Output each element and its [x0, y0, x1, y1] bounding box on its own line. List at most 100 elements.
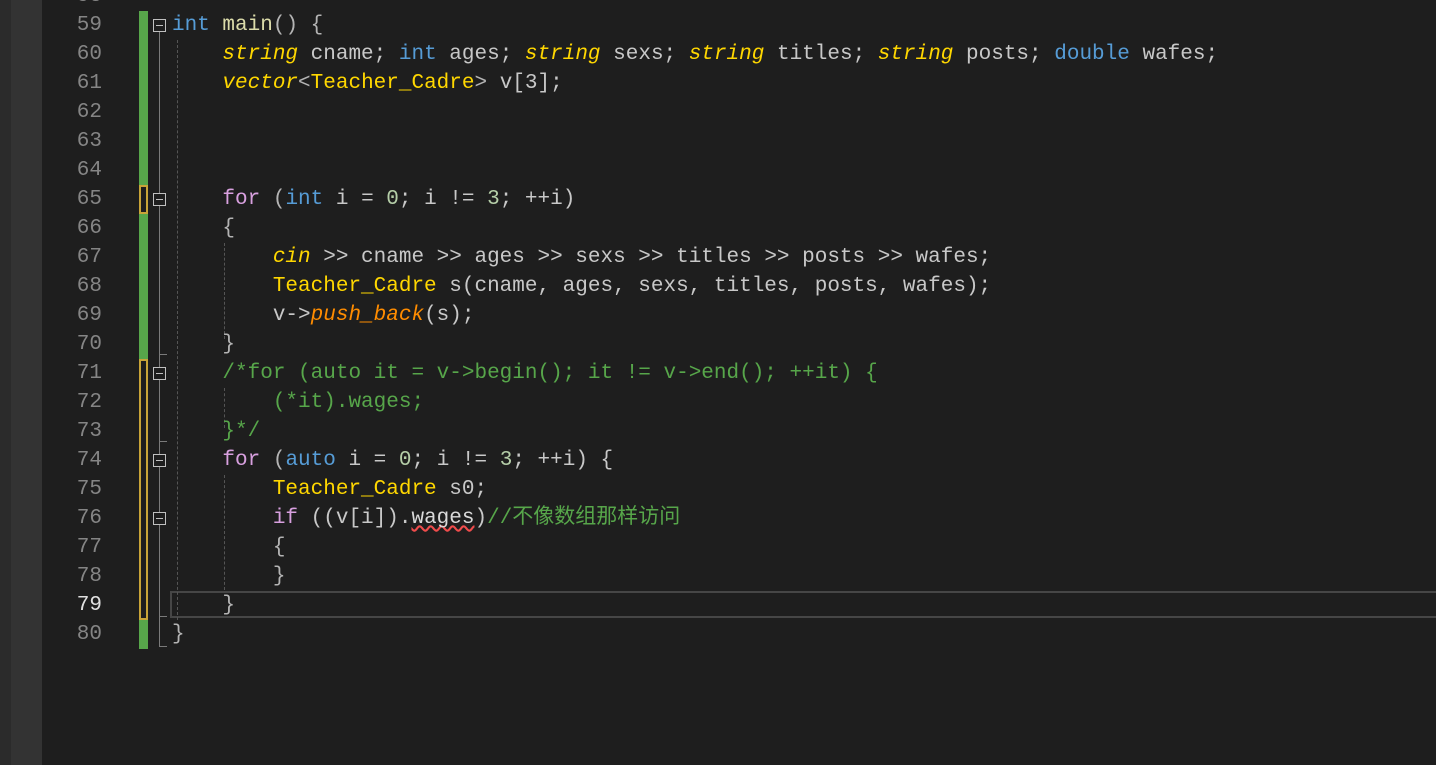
code-text[interactable]: (*it).wages;	[172, 388, 424, 417]
change-bar-saved	[139, 272, 148, 301]
code-text[interactable]: Teacher_Cadre s0;	[172, 475, 487, 504]
change-bar-unsaved	[139, 533, 148, 562]
code-token: (	[260, 449, 286, 472]
change-bar-unsaved	[139, 475, 148, 504]
code-line[interactable]: 61 vector<Teacher_Cadre> v[3];	[0, 69, 1436, 98]
code-line[interactable]: 64	[0, 156, 1436, 185]
line-number: 69	[76, 304, 102, 327]
code-line[interactable]: 58	[0, 0, 1436, 11]
code-token: }	[172, 333, 236, 356]
code-line[interactable]: 71 /*for (auto it = v->begin(); it != v-…	[0, 359, 1436, 388]
code-text[interactable]: vector<Teacher_Cadre> v[3];	[172, 69, 563, 98]
code-line[interactable]: 76 if ((v[i]).wages)//不像数组那样访问	[0, 504, 1436, 533]
line-number: 76	[76, 507, 102, 530]
change-bar-saved	[139, 69, 148, 98]
collapse-minus-icon[interactable]	[153, 512, 166, 525]
code-token: //不像数组那样访问	[487, 507, 681, 530]
code-text[interactable]: }	[172, 620, 185, 649]
code-text[interactable]: if ((v[i]).wages)//不像数组那样访问	[172, 504, 680, 533]
line-number: 60	[76, 43, 102, 66]
code-token: ages;	[436, 43, 525, 66]
code-token: cin	[272, 246, 311, 269]
code-text[interactable]: }	[172, 591, 235, 620]
code-token: ; i !=	[398, 188, 488, 211]
line-number: 72	[76, 391, 102, 414]
code-text[interactable]: }	[172, 330, 235, 359]
code-line[interactable]: 62	[0, 98, 1436, 127]
code-token: 0	[386, 188, 399, 211]
collapse-minus-icon[interactable]	[153, 193, 166, 206]
code-line[interactable]: 66 {	[0, 214, 1436, 243]
code-text[interactable]: }	[172, 562, 286, 591]
code-text[interactable]: int main() {	[172, 11, 323, 40]
code-text[interactable]: {	[172, 533, 286, 562]
code-token: Teacher_Cadre	[272, 478, 437, 501]
change-bar-saved	[139, 330, 148, 359]
collapse-minus-icon[interactable]	[153, 454, 166, 467]
change-bar-unsaved	[139, 446, 148, 475]
change-bar-unsaved	[139, 388, 148, 417]
line-number: 73	[76, 420, 102, 443]
code-line[interactable]: 69 v->push_back(s);	[0, 301, 1436, 330]
line-number: 78	[76, 565, 102, 588]
code-token: {	[172, 536, 286, 559]
line-number: 70	[76, 333, 102, 356]
code-token: ; ++i) {	[512, 449, 614, 472]
code-line[interactable]: 78 }	[0, 562, 1436, 591]
code-text[interactable]: {	[172, 214, 235, 243]
code-text[interactable]: for (int i = 0; i != 3; ++i)	[172, 185, 575, 214]
code-line[interactable]: 63	[0, 127, 1436, 156]
code-token: int	[285, 188, 324, 211]
code-line[interactable]: 68 Teacher_Cadre s(cname, ages, sexs, ti…	[0, 272, 1436, 301]
line-number: 80	[76, 623, 102, 646]
code-token: i =	[323, 188, 387, 211]
change-bar-saved	[139, 243, 148, 272]
code-text[interactable]: for (auto i = 0; i != 3; ++i) {	[172, 446, 613, 475]
code-line[interactable]: 70 }	[0, 330, 1436, 359]
code-line[interactable]: 80}	[0, 620, 1436, 649]
change-bar-unsaved	[139, 185, 148, 214]
change-bar-saved	[139, 98, 148, 127]
code-token: wages	[411, 507, 475, 530]
line-number: 68	[76, 275, 102, 298]
code-text[interactable]: v->push_back(s);	[172, 301, 475, 330]
code-token: }*/	[222, 420, 261, 443]
code-line[interactable]: 65 for (int i = 0; i != 3; ++i)	[0, 185, 1436, 214]
code-text[interactable]: string cname; int ages; string sexs; str…	[172, 40, 1218, 69]
code-text[interactable]: cin >> cname >> ages >> sexs >> titles >…	[172, 243, 991, 272]
code-token: (	[260, 188, 286, 211]
code-token: string	[688, 43, 765, 66]
code-line[interactable]: 59 int main() {	[0, 11, 1436, 40]
line-number: 65	[76, 188, 102, 211]
code-token: wafes;	[1129, 43, 1219, 66]
code-token: s(cname, ages, sexs, titles, posts, wafe…	[436, 275, 992, 298]
code-line[interactable]: 77 {	[0, 533, 1436, 562]
code-text[interactable]: Teacher_Cadre s(cname, ages, sexs, title…	[172, 272, 991, 301]
collapse-minus-icon[interactable]	[153, 19, 166, 32]
code-token: 3	[487, 188, 500, 211]
change-bar-saved	[139, 127, 148, 156]
code-line[interactable]: 73 }*/	[0, 417, 1436, 446]
collapse-minus-icon[interactable]	[153, 367, 166, 380]
code-line[interactable]: 79 }	[0, 591, 1436, 620]
code-token: for	[222, 188, 261, 211]
code-token: v[3];	[499, 72, 563, 95]
code-line[interactable]: 60 string cname; int ages; string sexs; …	[0, 40, 1436, 69]
code-line[interactable]: 75 Teacher_Cadre s0;	[0, 475, 1436, 504]
code-token: int	[172, 14, 210, 37]
code-line[interactable]: 72 (*it).wages;	[0, 388, 1436, 417]
code-token: 3	[499, 449, 513, 472]
code-token: () {	[272, 14, 324, 37]
code-editor[interactable]: 5859int main() {60 string cname; int age…	[0, 0, 1436, 765]
code-text[interactable]: /*for (auto it = v->begin(); it != v->en…	[172, 359, 877, 388]
code-line[interactable]: 74 for (auto i = 0; i != 3; ++i) {	[0, 446, 1436, 475]
code-text[interactable]: }*/	[172, 417, 260, 446]
code-line[interactable]: 67 cin >> cname >> ages >> sexs >> title…	[0, 243, 1436, 272]
code-token: )	[474, 507, 488, 530]
